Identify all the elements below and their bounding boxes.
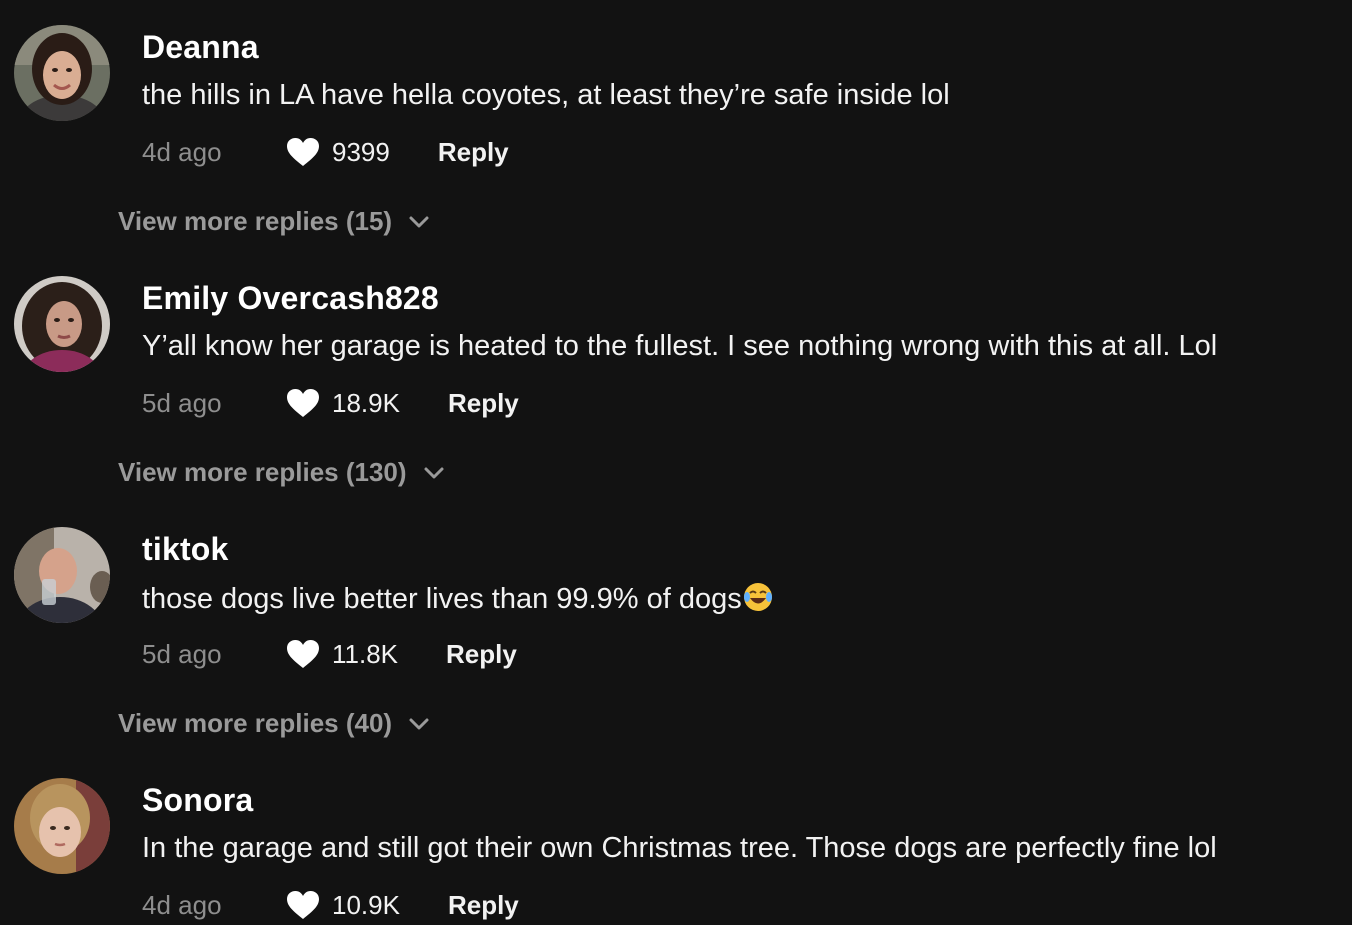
avatar[interactable] bbox=[14, 25, 110, 121]
comment-meta: 5d ago 18.9K Reply bbox=[142, 383, 519, 423]
chevron-down-icon bbox=[409, 216, 429, 227]
face-with-tears-of-joy-icon bbox=[743, 583, 772, 611]
view-more-replies-label: View more replies (15) bbox=[118, 206, 393, 236]
heart-icon bbox=[287, 640, 319, 668]
comment-meta: 4d ago 10.9K Reply bbox=[142, 885, 519, 925]
reply-button[interactable]: Reply bbox=[448, 388, 519, 419]
comment-time: 5d ago bbox=[142, 387, 222, 418]
like-count: 18.9K bbox=[332, 387, 400, 418]
avatar[interactable] bbox=[14, 527, 110, 623]
like-button[interactable]: 11.8K bbox=[286, 639, 446, 670]
username[interactable]: Emily Overcash828 bbox=[142, 280, 439, 317]
view-more-replies-button[interactable]: View more replies (130) bbox=[118, 457, 445, 488]
reply-button[interactable]: Reply bbox=[438, 137, 509, 168]
comment-time: 4d ago bbox=[142, 136, 222, 167]
comment-text: the hills in LA have hella coyotes, at l… bbox=[142, 79, 950, 111]
avatar[interactable] bbox=[14, 276, 110, 372]
username[interactable]: Sonora bbox=[142, 782, 253, 819]
comment-meta: 4d ago 9399 Reply bbox=[142, 132, 509, 172]
like-button[interactable]: 18.9K bbox=[286, 388, 448, 419]
like-count: 11.8K bbox=[332, 638, 399, 669]
comment-text: Y’all know her garage is heated to the f… bbox=[142, 330, 1218, 362]
comment-time: 5d ago bbox=[142, 638, 222, 669]
chevron-down-icon bbox=[424, 467, 444, 478]
comment-meta: 5d ago 11.8K Reply bbox=[142, 634, 517, 674]
reply-button[interactable]: Reply bbox=[446, 639, 517, 670]
avatar[interactable] bbox=[14, 778, 110, 874]
view-more-replies-button[interactable]: View more replies (15) bbox=[118, 206, 430, 237]
comment-text-content: those dogs live better lives than 99.9% … bbox=[142, 583, 742, 615]
view-more-replies-button[interactable]: View more replies (40) bbox=[118, 708, 430, 739]
heart-icon bbox=[287, 389, 319, 417]
username[interactable]: Deanna bbox=[142, 29, 259, 66]
like-button[interactable]: 9399 bbox=[286, 137, 438, 168]
username[interactable]: tiktok bbox=[142, 531, 229, 568]
view-more-replies-label: View more replies (130) bbox=[118, 457, 407, 487]
like-count: 9399 bbox=[332, 136, 390, 167]
view-more-replies-label: View more replies (40) bbox=[118, 708, 393, 738]
chevron-down-icon bbox=[409, 718, 429, 729]
heart-icon bbox=[287, 138, 319, 166]
comment-text: those dogs live better lives than 99.9% … bbox=[142, 581, 774, 616]
comment-text: In the garage and still got their own Ch… bbox=[142, 832, 1217, 864]
